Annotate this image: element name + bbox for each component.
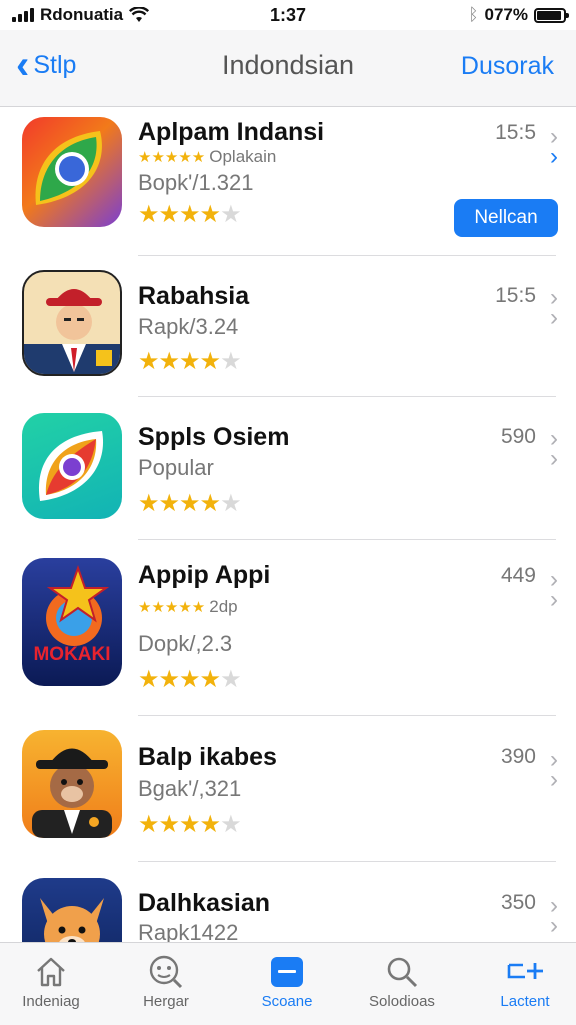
list-item[interactable]: Balp ikabes Bgak'/,321 ★★★★★ 390 › › bbox=[0, 716, 576, 861]
app-meta-label: Oplakain bbox=[209, 147, 277, 166]
list-item[interactable]: Dalhkasian Rapk1422 350 › › bbox=[0, 862, 576, 942]
chevron-right-icon: › bbox=[550, 912, 558, 939]
rating-stars: ★★★★★ bbox=[138, 490, 242, 517]
search-icon bbox=[387, 957, 418, 988]
app-size: 15:5 bbox=[495, 121, 536, 144]
tab-label: Lactent bbox=[500, 993, 550, 1010]
rating-stars: ★★★★★ bbox=[138, 811, 242, 838]
card-icon bbox=[271, 957, 303, 987]
status-right: ᛒ 077% bbox=[468, 5, 569, 25]
list-item[interactable]: Rabahsia Rapk/3.24 ★★★★★ 15:5 › › bbox=[0, 256, 576, 396]
app-icon bbox=[22, 270, 122, 376]
add-icon bbox=[507, 963, 543, 979]
app-icon bbox=[22, 878, 122, 942]
tab-home[interactable]: Indeniag bbox=[0, 951, 106, 1010]
app-subtitle: Rapk/3.24 bbox=[138, 314, 239, 339]
battery-icon bbox=[534, 7, 569, 23]
app-meta: ★★★★★ Oplakain bbox=[138, 147, 277, 166]
tab-bar: Indeniag Hergar Scoane Solodioas Lactent bbox=[0, 942, 576, 1025]
list-item[interactable]: Sppls Osiem Popular ★★★★★ 590 › › bbox=[0, 397, 576, 539]
face-search-icon bbox=[149, 955, 183, 989]
app-size: 15:5 bbox=[495, 284, 536, 307]
app-title: Aplpam Indansi bbox=[138, 118, 325, 146]
app-size: 590 bbox=[500, 425, 536, 448]
tab-label: Indeniag bbox=[22, 993, 80, 1010]
chevron-right-icon: › bbox=[550, 304, 558, 331]
app-icon bbox=[22, 117, 122, 227]
app-icon bbox=[22, 730, 122, 838]
app-title: Balp ikabes bbox=[138, 743, 277, 771]
icon-text: MOKAKI bbox=[33, 644, 111, 665]
tab-hergar[interactable]: Hergar bbox=[111, 951, 221, 1010]
app-size: 449 bbox=[500, 564, 536, 587]
chevron-right-icon: › bbox=[550, 445, 558, 472]
bluetooth-icon: ᛒ bbox=[468, 5, 479, 24]
app-meta: ★★★★★ 2dp bbox=[138, 597, 238, 616]
tab-label: Solodioas bbox=[369, 993, 435, 1010]
chevron-right-icon: › bbox=[550, 143, 558, 170]
rating-stars: ★★★★★ bbox=[138, 201, 242, 228]
rating-stars: ★★★★★ bbox=[138, 666, 242, 693]
status-bar: Rdonuatia 1:37 ᛒ 077% bbox=[0, 0, 576, 30]
app-size: 390 bbox=[500, 745, 536, 768]
tab-lactent[interactable]: Lactent bbox=[470, 951, 576, 1010]
list-item[interactable]: MOKAKI Appip Appi ★★★★★ 2dp Dopk/,2.3 ★★★… bbox=[0, 540, 576, 715]
app-subtitle: Rapk1422 bbox=[138, 920, 239, 942]
home-icon bbox=[37, 957, 65, 987]
app-subtitle: Bgak'/,321 bbox=[138, 776, 242, 801]
tab-search[interactable]: Solodioas bbox=[347, 951, 457, 1010]
app-title: Dalhkasian bbox=[138, 889, 271, 917]
app-subtitle: Bopk'/1.321 bbox=[138, 170, 254, 195]
navigation-bar: ‹ Stlp Indondsian Dusorak bbox=[0, 30, 576, 107]
rating-stars: ★★★★★ bbox=[138, 348, 242, 375]
chevron-right-icon: › bbox=[550, 766, 558, 793]
nav-right-button[interactable]: Dusorak bbox=[461, 52, 554, 81]
battery-percent: 077% bbox=[484, 5, 528, 24]
app-meta-label: 2dp bbox=[209, 597, 238, 616]
tab-scoane[interactable]: Scoane bbox=[232, 951, 342, 1010]
app-subtitle: Popular bbox=[138, 455, 214, 480]
app-title: Rabahsia bbox=[138, 282, 250, 310]
app-subtitle: Dopk/,2.3 bbox=[138, 631, 233, 656]
app-title: Appip Appi bbox=[138, 561, 271, 589]
chevron-right-icon: › bbox=[550, 586, 558, 613]
tab-label: Hergar bbox=[143, 993, 189, 1010]
app-icon: MOKAKI bbox=[22, 558, 122, 686]
get-button[interactable]: Nellcan bbox=[454, 199, 558, 237]
app-title: Sppls Osiem bbox=[138, 423, 290, 451]
list-item[interactable]: Aplpam Indansi ★★★★★ Oplakain Bopk'/1.321… bbox=[0, 107, 576, 255]
app-list: Aplpam Indansi ★★★★★ Oplakain Bopk'/1.321… bbox=[0, 107, 576, 942]
app-size: 350 bbox=[500, 891, 536, 914]
app-icon bbox=[22, 413, 122, 519]
tab-label: Scoane bbox=[261, 993, 313, 1010]
